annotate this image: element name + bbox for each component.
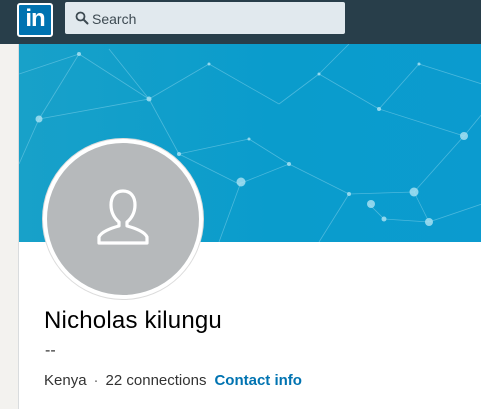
profile-card: Nicholas kilungu -- Kenya · 22 connections… (18, 44, 481, 409)
profile-connections[interactable]: 22 connections (106, 372, 207, 389)
separator: · (93, 372, 99, 389)
contact-info-link[interactable]: Contact info (214, 372, 302, 389)
search-placeholder: Search (92, 11, 137, 27)
search-icon (75, 11, 89, 25)
linkedin-profile-page: in Search Nicholas kilungu -- Kenya · 22… (0, 0, 481, 409)
profile-headline: -- (45, 342, 56, 359)
linkedin-logo[interactable]: in (17, 3, 53, 37)
profile-meta: Kenya · 22 connections Contact info (44, 372, 302, 389)
search-input[interactable]: Search (65, 2, 345, 34)
profile-avatar[interactable] (43, 139, 203, 299)
person-silhouette-icon (97, 189, 149, 245)
top-navigation-bar: in Search (0, 0, 481, 44)
profile-location: Kenya (44, 372, 87, 389)
profile-name: Nicholas kilungu (44, 307, 222, 334)
